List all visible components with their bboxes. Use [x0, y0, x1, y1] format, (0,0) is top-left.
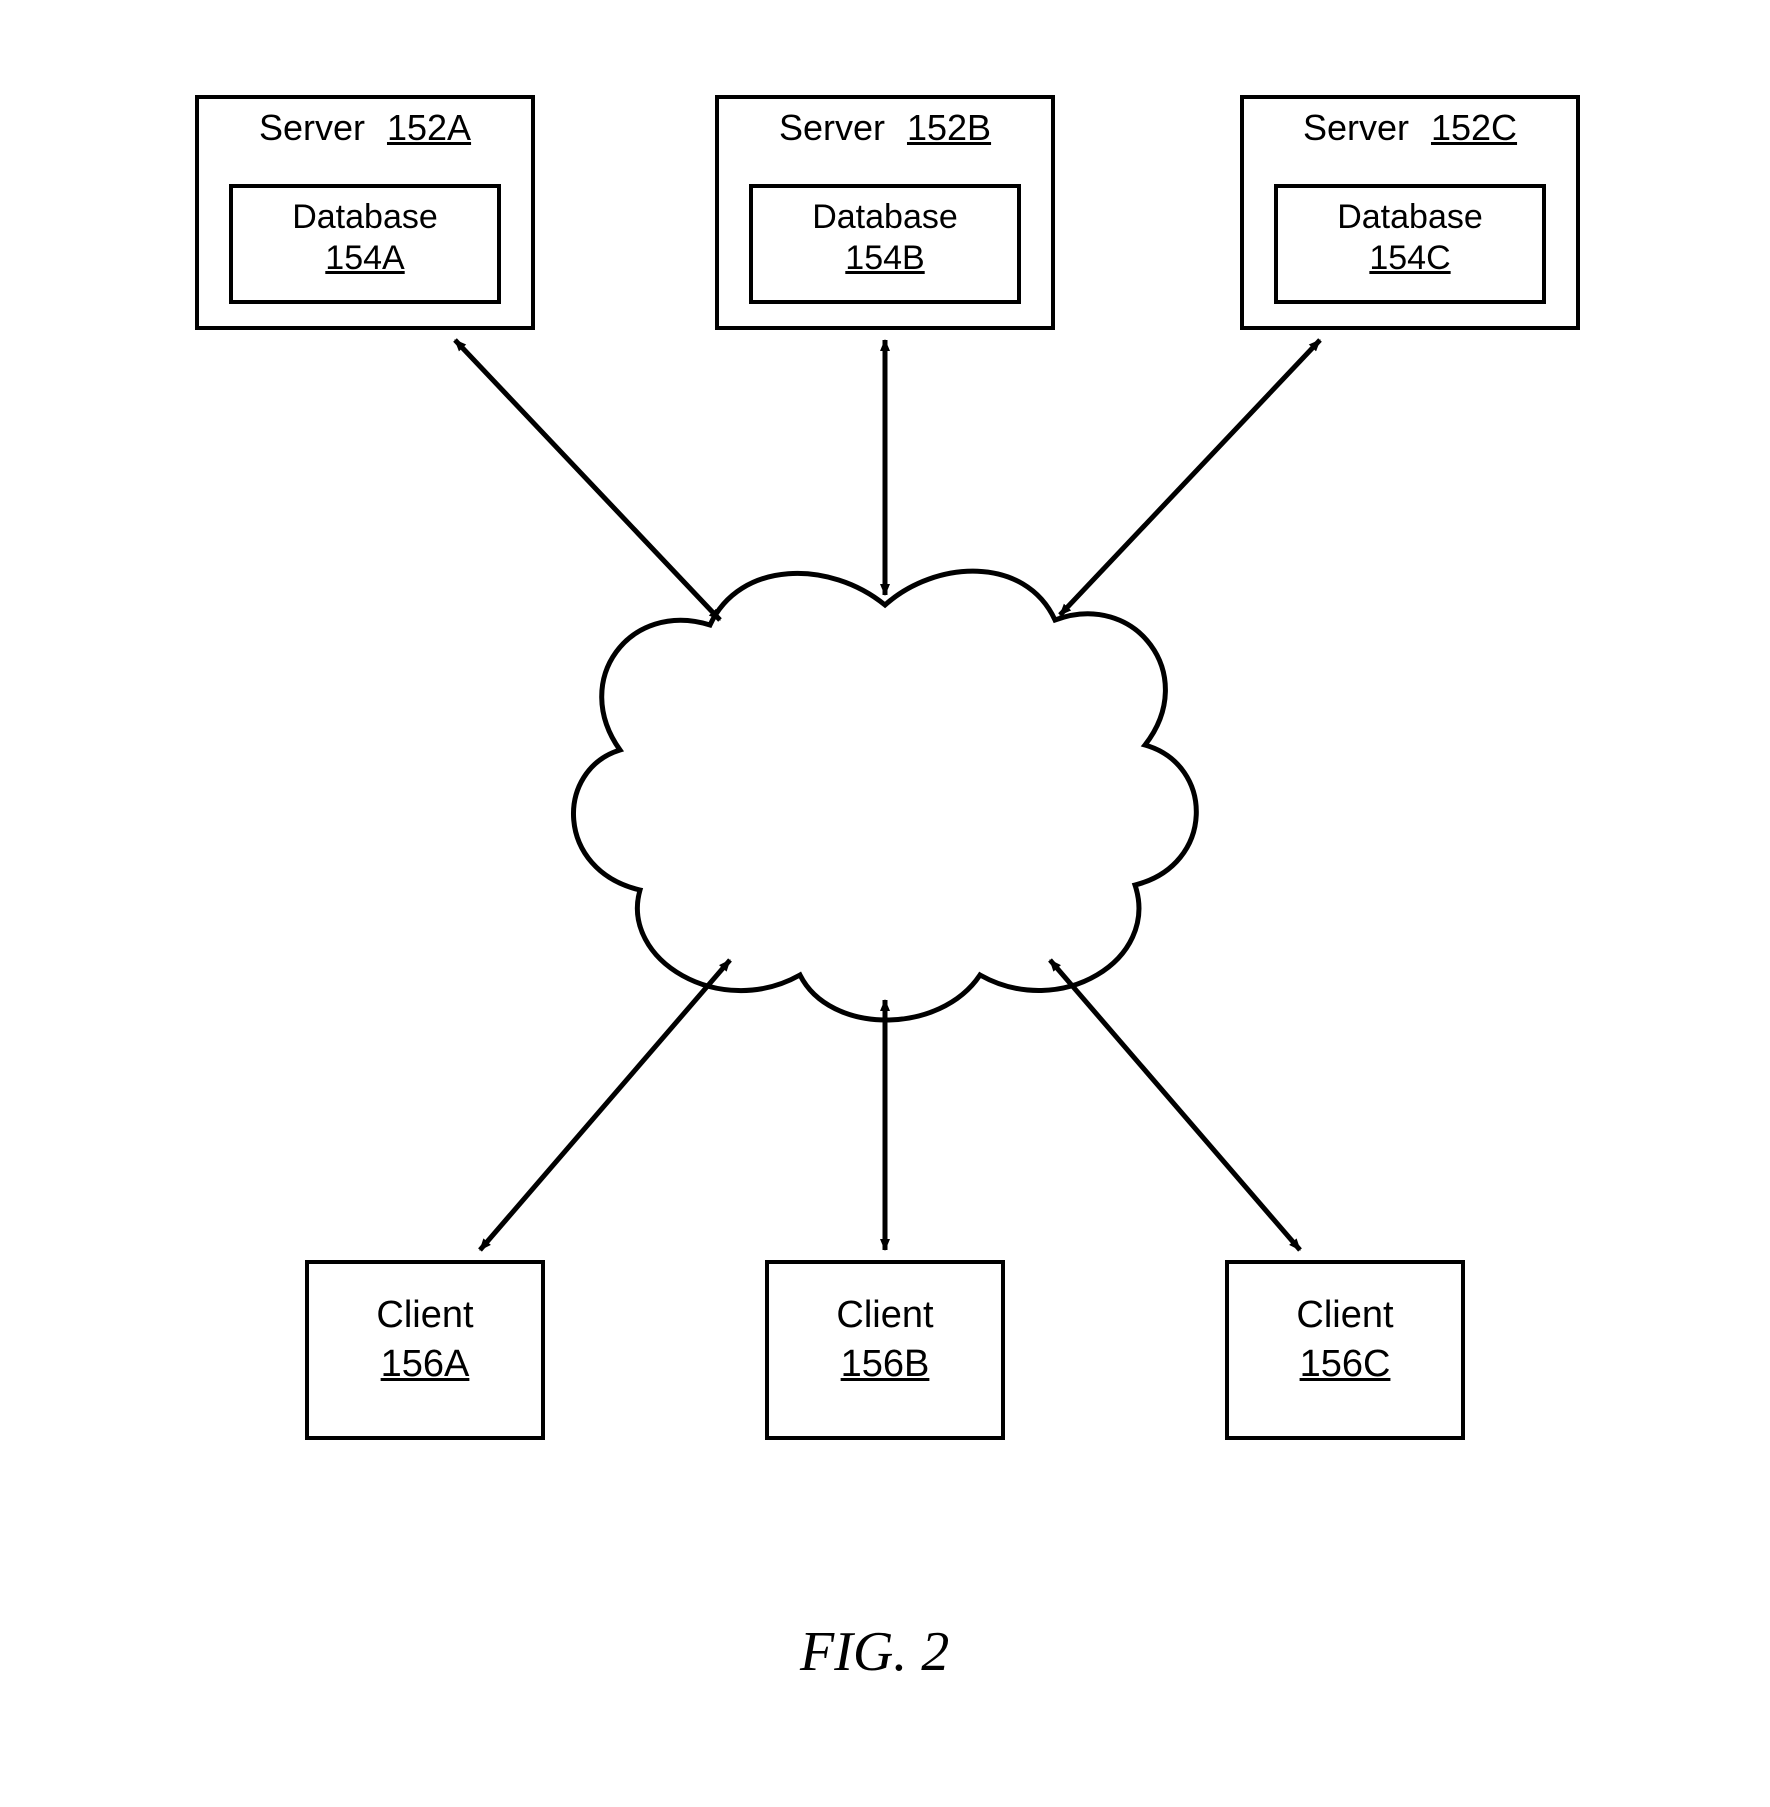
database-label-a: Database [233, 198, 497, 237]
server-title-c: Server 152C [1244, 107, 1576, 149]
client-label-a: Client [309, 1294, 541, 1337]
server-title-a: Server 152A [199, 107, 531, 149]
client-label-b: Client [769, 1294, 1001, 1337]
database-ref-b: 154B [753, 239, 1017, 278]
client-box-b: Client 156B [765, 1260, 1005, 1440]
client-ref-b: 156B [769, 1343, 1001, 1386]
server-box-c: Server 152C Database 154C [1240, 95, 1580, 330]
connector-server-a [455, 340, 720, 620]
client-ref-c: 156C [1229, 1343, 1461, 1386]
connector-server-c [1060, 340, 1320, 615]
client-label-c: Client [1229, 1294, 1461, 1337]
client-box-c: Client 156C [1225, 1260, 1465, 1440]
connector-client-c [1050, 960, 1300, 1250]
server-label-b: Server [779, 107, 885, 148]
connector-client-a [480, 960, 730, 1250]
diagram-canvas: Server 152A Database 154A Server 152B Da… [0, 0, 1770, 1807]
server-label-c: Server [1303, 107, 1409, 148]
database-label-b: Database [753, 198, 1017, 237]
figure-caption: FIG. 2 [800, 1620, 949, 1684]
server-title-b: Server 152B [719, 107, 1051, 149]
database-box-c: Database 154C [1274, 184, 1546, 304]
database-ref-c: 154C [1278, 239, 1542, 278]
server-box-b: Server 152B Database 154B [715, 95, 1055, 330]
network-label-block: Network 150 [735, 755, 1035, 851]
database-box-a: Database 154A [229, 184, 501, 304]
server-ref-b: 152B [907, 107, 991, 148]
server-ref-c: 152C [1431, 107, 1517, 148]
client-box-a: Client 156A [305, 1260, 545, 1440]
server-label-a: Server [259, 107, 365, 148]
database-label-c: Database [1278, 198, 1542, 237]
client-ref-a: 156A [309, 1343, 541, 1386]
network-label: Network [812, 755, 959, 799]
database-ref-a: 154A [233, 239, 497, 278]
database-box-b: Database 154B [749, 184, 1021, 304]
server-box-a: Server 152A Database 154A [195, 95, 535, 330]
network-ref: 150 [735, 806, 1035, 851]
server-ref-a: 152A [387, 107, 471, 148]
